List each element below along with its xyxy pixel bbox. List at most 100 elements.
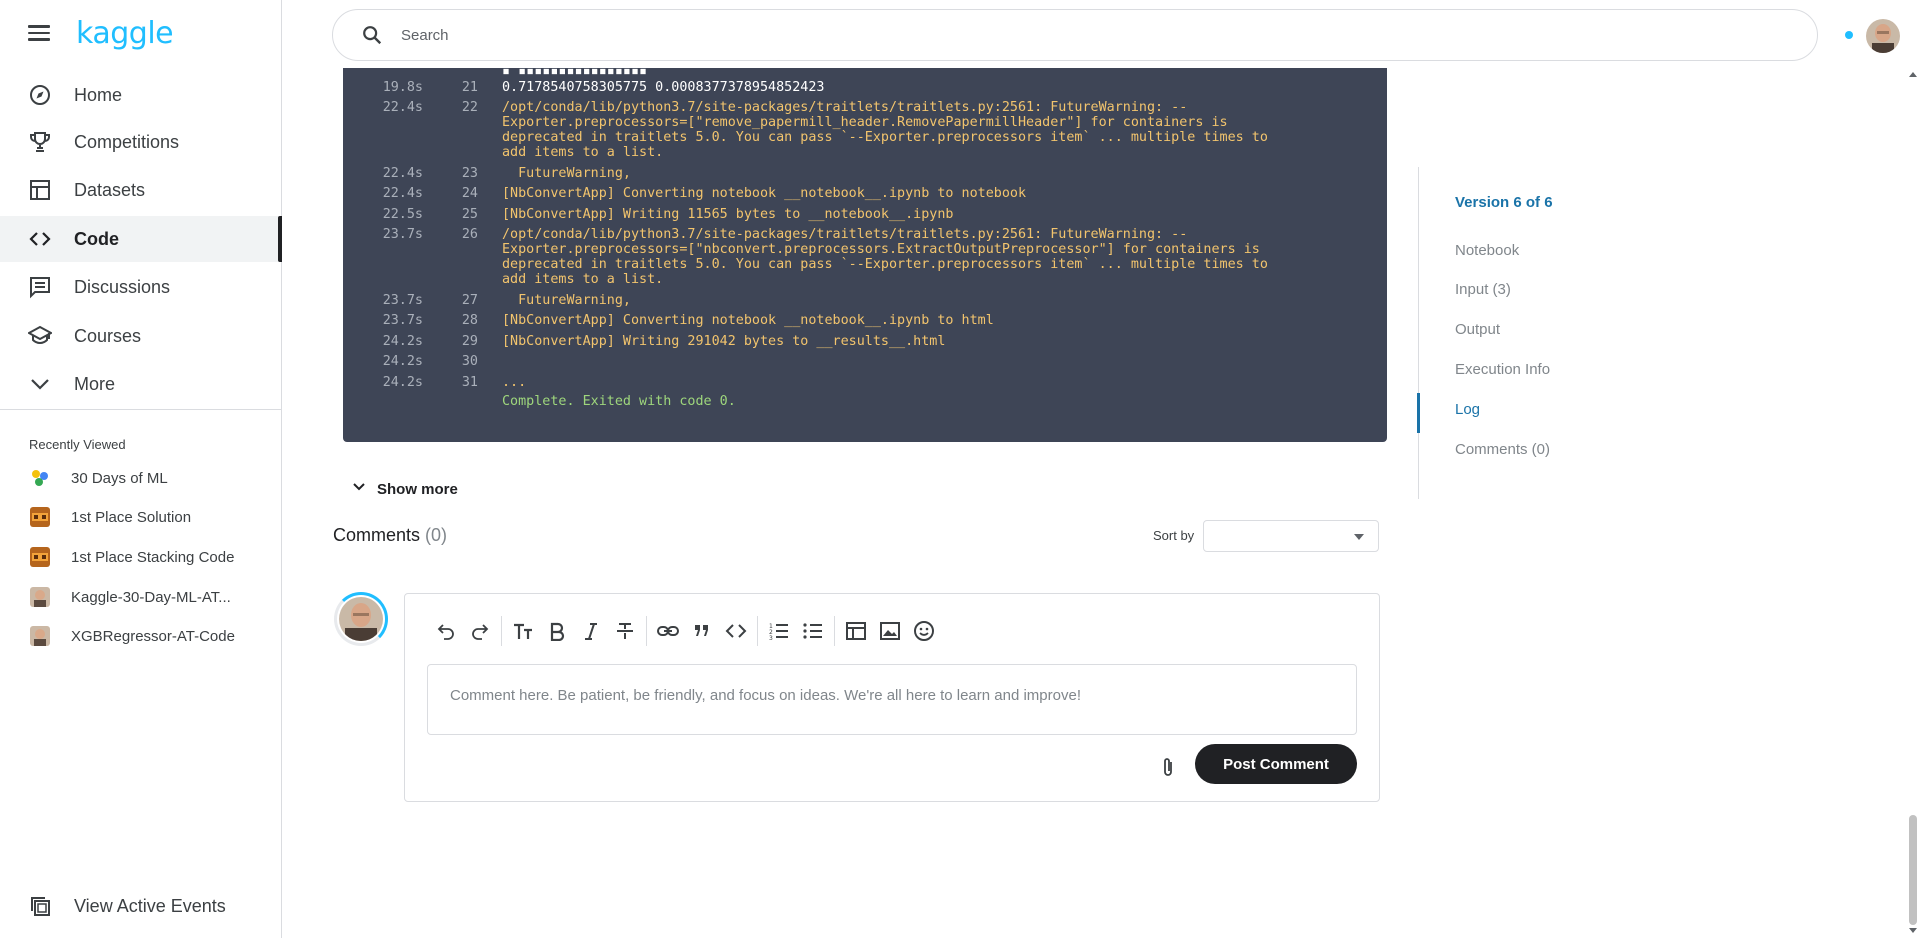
sidebar: kaggle Home Competitions Datasets Code D…	[0, 0, 282, 938]
emoji-icon[interactable]	[907, 614, 941, 648]
school-icon	[26, 322, 54, 350]
table-icon[interactable]	[839, 614, 873, 648]
log-line-number: 21	[461, 80, 478, 95]
comment-editor: 123 Post Comment	[404, 593, 1380, 802]
chevron-down-icon	[26, 370, 54, 398]
sidebar-item-competitions[interactable]: Competitions	[0, 119, 282, 165]
quote-icon[interactable]	[685, 614, 719, 648]
undo-icon[interactable]	[429, 614, 463, 648]
toc-item-comments[interactable]: Comments (0)	[1455, 441, 1550, 458]
numbered-list-icon[interactable]: 123	[762, 614, 796, 648]
avatar[interactable]	[1866, 19, 1900, 53]
recent-thumbnail-icon	[30, 587, 50, 607]
toc-item-output[interactable]: Output	[1455, 321, 1500, 338]
log-line-time: 22.4s	[382, 186, 423, 201]
toc-item-notebook[interactable]: Notebook	[1455, 242, 1519, 259]
log-line-time: 22.4s	[382, 100, 423, 115]
sidebar-item-label: Code	[74, 228, 119, 249]
log-line-number: 28	[461, 313, 478, 328]
toc-item-log[interactable]: Log	[1455, 401, 1480, 418]
bold-icon[interactable]	[540, 614, 574, 648]
view-active-events-button[interactable]: View Active Events	[0, 884, 282, 928]
sidebar-item-label: Discussions	[74, 276, 171, 297]
recent-thumbnail-icon	[30, 547, 50, 567]
strikethrough-icon[interactable]	[608, 614, 642, 648]
text-size-icon[interactable]	[506, 614, 540, 648]
sort-select[interactable]	[1203, 520, 1379, 552]
events-icon	[26, 892, 54, 920]
recent-item[interactable]: 1st Place Stacking Code	[0, 537, 282, 577]
comments-count: (0)	[425, 525, 448, 545]
log-line-time: 23.7s	[382, 293, 423, 308]
search-icon	[361, 22, 387, 48]
redo-icon[interactable]	[463, 614, 497, 648]
scrollbar[interactable]	[1906, 68, 1920, 938]
show-more-label: Show more	[377, 480, 458, 498]
recent-item-label: 30 Days of ML	[71, 469, 168, 487]
comments-icon	[26, 273, 54, 301]
toolbar-divider	[757, 616, 758, 646]
recent-item[interactable]: 30 Days of ML	[0, 458, 282, 498]
toc-version[interactable]: Version 6 of 6	[1455, 194, 1553, 211]
log-line-number: 26	[461, 227, 478, 242]
recent-item-label: 1st Place Solution	[71, 508, 192, 526]
recent-item-label: Kaggle-30-Day-ML-AT...	[71, 588, 231, 606]
toc-active-indicator	[1417, 393, 1420, 433]
toolbar-divider	[834, 616, 835, 646]
search-input[interactable]	[401, 26, 1701, 44]
avatar	[339, 597, 383, 641]
sidebar-item-label: More	[74, 373, 116, 394]
show-more-button[interactable]: Show more	[351, 478, 458, 500]
code-icon[interactable]	[719, 614, 753, 648]
post-comment-button[interactable]: Post Comment	[1195, 744, 1357, 784]
sidebar-item-label: Home	[74, 84, 123, 105]
log-line-time: 19.8s	[382, 80, 423, 95]
sidebar-item-more[interactable]: More	[0, 361, 282, 407]
toc-item-input[interactable]: Input (3)	[1455, 281, 1511, 298]
log-line-text: [NbConvertApp] Writing 291042 bytes to _…	[502, 334, 946, 349]
recent-item[interactable]: Kaggle-30-Day-ML-AT...	[0, 577, 282, 617]
log-line-time: 24.2s	[382, 354, 423, 369]
menu-icon[interactable]	[24, 22, 54, 48]
log-line-text: [NbConvertApp] Converting notebook __not…	[502, 313, 994, 328]
sidebar-item-datasets[interactable]: Datasets	[0, 167, 282, 213]
sidebar-item-label: Courses	[74, 325, 142, 346]
log-line-number: 27	[461, 293, 478, 308]
scroll-down-icon[interactable]	[1909, 928, 1917, 933]
sidebar-item-code[interactable]: Code	[0, 216, 282, 262]
comment-input[interactable]	[427, 664, 1357, 735]
paperclip-icon[interactable]	[1153, 752, 1183, 782]
search-bar[interactable]	[332, 9, 1818, 61]
scroll-thumb[interactable]	[1909, 815, 1917, 925]
log-line-number: 29	[461, 334, 478, 349]
log-line-number: 30	[461, 354, 478, 369]
toolbar-divider	[501, 616, 502, 646]
recent-item-label: XGBRegressor-AT-Code	[71, 627, 235, 645]
kaggle-logo[interactable]: kaggle	[76, 16, 174, 51]
scroll-up-icon[interactable]	[1909, 72, 1917, 77]
notification-dot	[1845, 31, 1853, 39]
divider	[0, 409, 282, 410]
sidebar-item-discussions[interactable]: Discussions	[0, 264, 282, 310]
log-line-time: 22.5s	[382, 207, 423, 222]
comments-heading: Comments (0)	[333, 525, 447, 546]
image-icon[interactable]	[873, 614, 907, 648]
italic-icon[interactable]	[574, 614, 608, 648]
log-line-text: FutureWarning,	[502, 166, 631, 181]
sidebar-item-home[interactable]: Home	[0, 72, 282, 118]
log-line-time: 23.7s	[382, 227, 423, 242]
toc-item-execution-info[interactable]: Execution Info	[1455, 361, 1550, 378]
recent-item[interactable]: 1st Place Solution	[0, 497, 282, 537]
log-line-text: [NbConvertApp] Converting notebook __not…	[502, 186, 1027, 201]
bulleted-list-icon[interactable]	[796, 614, 830, 648]
table-icon	[26, 176, 54, 204]
log-line-text: 0.7178540758305775 0.0008377378954852423	[502, 80, 825, 95]
recent-item[interactable]: XGBRegressor-AT-Code	[0, 616, 282, 656]
svg-text:3: 3	[769, 635, 773, 641]
sidebar-item-label: Datasets	[74, 179, 146, 200]
recently-viewed-title: Recently Viewed	[29, 437, 126, 452]
link-icon[interactable]	[651, 614, 685, 648]
log-line-text: [NbConvertApp] Writing 11565 bytes to __…	[502, 207, 954, 222]
user-avatar	[334, 592, 388, 646]
sidebar-item-courses[interactable]: Courses	[0, 313, 282, 359]
